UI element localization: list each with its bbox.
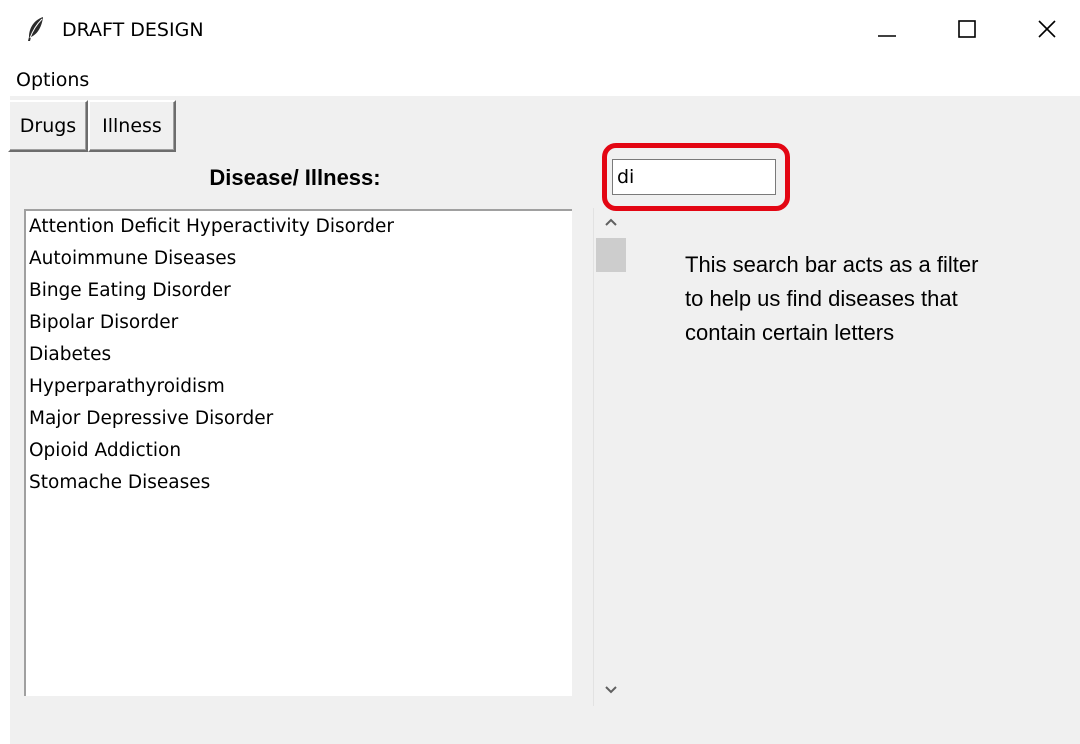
chevron-down-icon [605, 686, 617, 694]
list-item[interactable]: Stomache Diseases [26, 467, 572, 499]
scroll-down-button[interactable] [594, 678, 628, 702]
minimize-icon [878, 35, 896, 37]
close-icon [1038, 20, 1056, 38]
menu-options[interactable]: Options [16, 68, 89, 92]
search-input[interactable] [612, 159, 776, 195]
list-item[interactable]: Opioid Addiction [26, 435, 572, 467]
list-heading: Disease/ Illness: [209, 165, 381, 190]
maximize-button[interactable] [952, 14, 982, 44]
list-item[interactable]: Diabetes [26, 339, 572, 371]
scroll-up-button[interactable] [594, 210, 628, 234]
scroll-thumb[interactable] [596, 238, 626, 272]
list-item[interactable]: Major Depressive Disorder [26, 403, 572, 435]
list-item[interactable]: Autoimmune Diseases [26, 243, 572, 275]
list-item[interactable]: Binge Eating Disorder [26, 275, 572, 307]
illness-button[interactable]: Illness [88, 100, 176, 152]
list-item[interactable]: Hyperparathyroidism [26, 371, 572, 403]
list-item[interactable]: Bipolar Disorder [26, 307, 572, 339]
feather-icon [26, 16, 46, 42]
close-button[interactable] [1032, 14, 1062, 44]
window-title: DRAFT DESIGN [62, 19, 204, 41]
menu-bar: Options [0, 62, 1080, 96]
drugs-button[interactable]: Drugs [8, 100, 88, 152]
chevron-up-icon [605, 218, 617, 226]
maximize-icon [958, 20, 976, 38]
list-scrollbar[interactable] [593, 208, 628, 706]
annotation-text: This search bar acts as a filter to help… [685, 252, 979, 345]
disease-listbox[interactable]: Attention Deficit Hyperactivity Disorder… [24, 209, 572, 696]
title-bar: DRAFT DESIGN [0, 0, 1080, 62]
list-item[interactable]: Attention Deficit Hyperactivity Disorder [26, 211, 572, 243]
minimize-button[interactable] [872, 14, 902, 44]
